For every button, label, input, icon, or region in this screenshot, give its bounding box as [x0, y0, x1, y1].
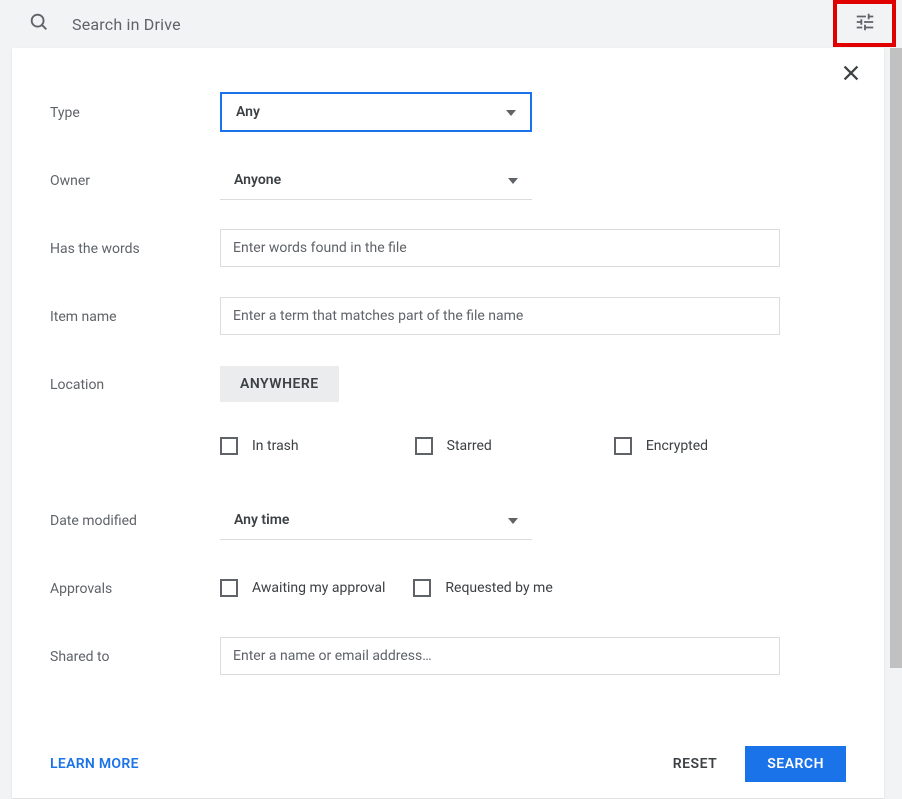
approvals-label: Approvals: [50, 579, 220, 597]
owner-label: Owner: [50, 171, 220, 189]
location-chip[interactable]: ANYWHERE: [220, 366, 339, 402]
owner-dropdown[interactable]: Anyone: [220, 160, 532, 200]
location-label: Location: [50, 375, 220, 393]
reset-button[interactable]: RESET: [655, 746, 735, 782]
checkbox-box-icon: [220, 437, 238, 455]
in-trash-label: In trash: [252, 438, 299, 454]
checkbox-box-icon: [220, 579, 238, 597]
learn-more-link[interactable]: LEARN MORE: [50, 756, 139, 772]
shared-to-label: Shared to: [50, 647, 220, 665]
checkbox-box-icon: [415, 437, 433, 455]
search-icon[interactable]: [28, 11, 50, 37]
panel-footer: LEARN MORE RESET SEARCH: [12, 730, 884, 798]
type-dropdown[interactable]: Any: [220, 92, 532, 132]
shared-to-input[interactable]: [220, 637, 780, 675]
checkbox-box-icon: [614, 437, 632, 455]
date-modified-dropdown[interactable]: Any time: [220, 500, 532, 540]
requested-by-me-label: Requested by me: [445, 580, 552, 596]
awaiting-approval-checkbox[interactable]: Awaiting my approval: [220, 579, 385, 597]
awaiting-approval-label: Awaiting my approval: [252, 580, 385, 596]
encrypted-checkbox[interactable]: Encrypted: [614, 437, 708, 455]
caret-down-icon: [508, 512, 518, 528]
caret-down-icon: [506, 104, 516, 120]
advanced-search-panel: Type Any Owner Anyone: [12, 48, 884, 798]
search-button[interactable]: SEARCH: [745, 746, 846, 782]
close-button[interactable]: [840, 62, 862, 88]
item-name-input[interactable]: [220, 297, 780, 335]
item-name-label: Item name: [50, 307, 220, 325]
date-modified-label: Date modified: [50, 511, 220, 529]
type-value: Any: [236, 104, 260, 120]
caret-down-icon: [508, 172, 518, 188]
scrollbar[interactable]: [890, 48, 902, 668]
in-trash-checkbox[interactable]: In trash: [220, 437, 299, 455]
owner-value: Anyone: [234, 172, 281, 188]
encrypted-label: Encrypted: [646, 438, 708, 454]
has-words-input[interactable]: [220, 229, 780, 267]
starred-label: Starred: [447, 438, 492, 454]
date-modified-value: Any time: [234, 512, 289, 528]
search-bar: Search in Drive: [0, 0, 902, 48]
filter-button-highlight: [833, 0, 896, 47]
search-input-placeholder[interactable]: Search in Drive: [72, 15, 181, 34]
starred-checkbox[interactable]: Starred: [415, 437, 492, 455]
checkbox-box-icon: [413, 579, 431, 597]
has-words-label: Has the words: [50, 239, 220, 257]
type-label: Type: [50, 103, 220, 121]
requested-by-me-checkbox[interactable]: Requested by me: [413, 579, 552, 597]
tune-icon[interactable]: [854, 11, 876, 37]
